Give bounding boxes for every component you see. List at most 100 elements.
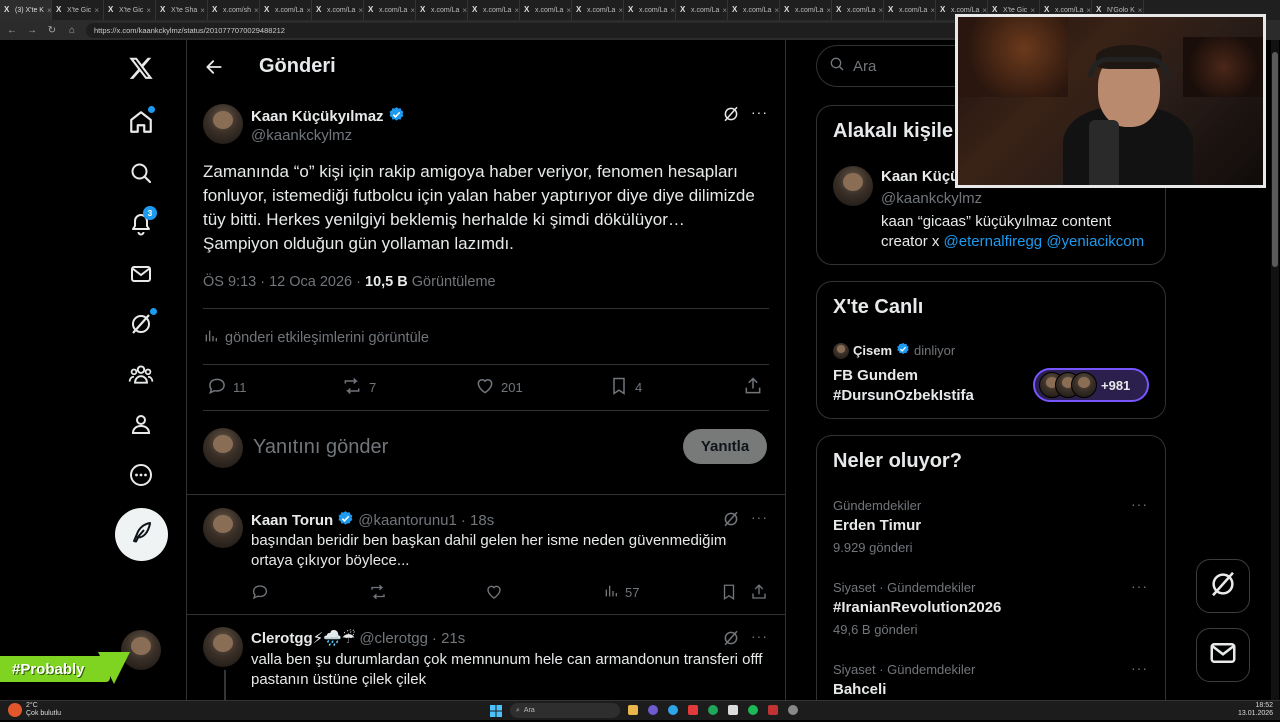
post-button[interactable] (115, 508, 168, 561)
page-scrollbar[interactable] (1271, 40, 1279, 700)
messages-icon[interactable] (121, 254, 161, 294)
close-tab-icon[interactable]: × (722, 6, 727, 15)
reply-more-icon[interactable]: ··· (751, 628, 768, 644)
browser-tab[interactable]: Xx.com/La × (364, 0, 416, 20)
reply-input[interactable]: Yanıtını gönder (253, 436, 673, 459)
live-listeners-pill[interactable]: +981 (1033, 368, 1149, 402)
edge-icon[interactable] (668, 705, 678, 715)
browser-tab[interactable]: X X'te Gic × (104, 0, 156, 20)
close-tab-icon[interactable]: × (566, 6, 571, 15)
weather-widget[interactable]: 2°C Çok bulutlu (26, 702, 61, 718)
grok-icon[interactable] (121, 304, 161, 344)
trend-item[interactable]: Siyaset · Gündemdekiler #IranianRevoluti… (817, 574, 1165, 656)
close-tab-icon[interactable]: × (358, 6, 363, 15)
close-tab-icon[interactable]: × (618, 6, 623, 15)
bookmark-action[interactable]: 4 (609, 376, 642, 399)
grok-explain-icon[interactable] (722, 510, 740, 533)
back-button[interactable] (201, 54, 227, 80)
app-icon[interactable] (768, 705, 778, 715)
trend-more-icon[interactable]: ··· (1131, 496, 1148, 512)
bookmark-icon[interactable] (720, 583, 738, 601)
close-tab-icon[interactable]: × (410, 6, 415, 15)
reply-author-handle[interactable]: @clerotgg (359, 630, 428, 647)
heart-icon[interactable] (485, 583, 503, 601)
browser-tab[interactable]: Xx.com/La × (416, 0, 468, 20)
related-avatar[interactable] (833, 166, 873, 206)
close-tab-icon[interactable]: × (94, 6, 99, 15)
trend-item[interactable]: Siyaset · Gündemdekiler Bahceli ··· (817, 656, 1165, 705)
x-logo-icon[interactable] (121, 48, 161, 88)
browser-tab[interactable]: Xx.com/La × (572, 0, 624, 20)
close-tab-icon[interactable]: × (254, 6, 259, 15)
browser-tab[interactable]: Xx.com/La × (780, 0, 832, 20)
browser-tab[interactable]: Xx.com/La × (832, 0, 884, 20)
home-icon[interactable] (121, 102, 161, 142)
close-tab-icon[interactable]: × (826, 6, 831, 15)
browser-tab[interactable]: Xx.com/La × (624, 0, 676, 20)
chrome-icon[interactable] (708, 705, 718, 715)
reply-author-name[interactable]: Clerotgg⚡🌧️☔ (251, 629, 355, 647)
reply-author-handle[interactable]: @kaantorunu1 (358, 512, 457, 529)
search-icon[interactable] (121, 153, 161, 193)
related-handle[interactable]: @kaankckylmz (881, 190, 982, 207)
settings-icon[interactable] (788, 705, 798, 715)
browser-forward-icon[interactable]: → (26, 25, 38, 36)
related-mention-link[interactable]: @eternalfiregg (944, 233, 1043, 250)
close-tab-icon[interactable]: × (670, 6, 675, 15)
live-space-title[interactable]: FB Gundem #DursunOzbekIstifa (833, 366, 1033, 406)
grok-float-button[interactable] (1196, 559, 1250, 613)
browser-tab[interactable]: Xx.com/La × (468, 0, 520, 20)
app-icon[interactable] (728, 705, 738, 715)
close-tab-icon[interactable]: × (462, 6, 467, 15)
browser-tab[interactable]: Xx.com/La × (312, 0, 364, 20)
url-field[interactable]: https://x.com/kaankckylmz/status/2010777… (86, 22, 1036, 38)
close-tab-icon[interactable]: × (514, 6, 519, 15)
post-author-name[interactable]: Kaan Küçükyılmaz (251, 108, 384, 125)
browser-tab[interactable]: X (3) X'te K × (0, 0, 52, 20)
close-tab-icon[interactable]: × (774, 6, 779, 15)
browser-tab[interactable]: Xx.com/La × (260, 0, 312, 20)
share-icon[interactable] (750, 583, 768, 601)
grok-explain-icon[interactable] (722, 629, 740, 652)
windows-start-icon[interactable] (490, 704, 502, 722)
reply-more-icon[interactable]: ··· (751, 509, 768, 525)
more-options-icon[interactable] (121, 455, 161, 495)
repost-icon[interactable] (368, 583, 388, 601)
reply-author-name[interactable]: Kaan Torun (251, 512, 333, 529)
browser-back-icon[interactable]: ← (6, 25, 18, 36)
browser-tab[interactable]: X X'te Gic × (52, 0, 104, 20)
scrollbar-thumb[interactable] (1272, 52, 1278, 267)
taskbar-clock[interactable]: 18:52 13.01.2026 (1238, 702, 1273, 718)
search-input[interactable]: Ara (853, 58, 876, 75)
post-engagements-link[interactable]: gönderi etkileşimlerini görüntüle (203, 328, 429, 348)
spotify-icon[interactable] (748, 705, 758, 715)
reply-views-action[interactable]: 57 (603, 583, 639, 602)
messages-float-button[interactable] (1196, 628, 1250, 682)
post-author-avatar[interactable] (203, 104, 243, 144)
reply-time[interactable]: · 21s (432, 630, 465, 647)
related-mention-link[interactable]: @yeniacikcom (1046, 233, 1144, 250)
post-time[interactable]: ÖS 9:13 · 12 Oca 2026 · (203, 274, 365, 290)
file-explorer-icon[interactable] (628, 705, 638, 715)
grok-explain-icon[interactable] (722, 105, 740, 128)
app-icon[interactable] (688, 705, 698, 715)
notifications-icon[interactable]: 3 (121, 204, 161, 244)
profile-icon[interactable] (121, 404, 161, 444)
reply-action[interactable]: 11 (207, 376, 247, 399)
reply-button[interactable]: Yanıtla (683, 429, 767, 464)
browser-reload-icon[interactable]: ↻ (46, 25, 58, 36)
close-tab-icon[interactable]: × (930, 6, 935, 15)
browser-home-icon[interactable]: ⌂ (66, 25, 78, 36)
trend-more-icon[interactable]: ··· (1131, 660, 1148, 676)
live-host-row[interactable]: Çisem dinliyor (833, 342, 955, 359)
reply-author-avatar[interactable] (203, 508, 243, 548)
close-tab-icon[interactable]: × (47, 6, 51, 15)
communities-icon[interactable] (121, 354, 161, 394)
trend-item[interactable]: Gündemdekiler Erden Timur 9.929 gönderi … (817, 492, 1165, 574)
reply-icon[interactable] (251, 583, 269, 601)
browser-tab[interactable]: Xx.com/La × (676, 0, 728, 20)
close-tab-icon[interactable]: × (146, 6, 151, 15)
post-more-icon[interactable]: ··· (751, 104, 768, 120)
close-tab-icon[interactable]: × (200, 6, 205, 15)
browser-tab[interactable]: Xx.com/La × (884, 0, 936, 20)
